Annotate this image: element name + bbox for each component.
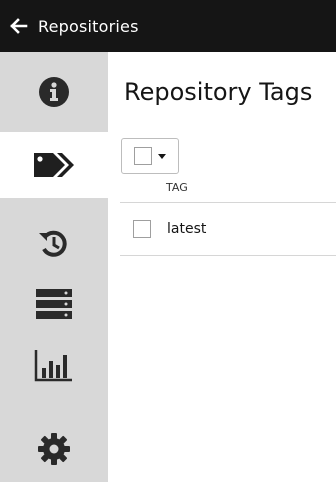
sidebar-item-history[interactable] (0, 222, 108, 266)
history-icon (39, 230, 67, 257)
builds-icon (36, 289, 72, 319)
usage-logs-icon (34, 350, 72, 382)
main-content: Repository Tags TAG latest (108, 52, 336, 482)
sidebar-item-tags[interactable] (0, 132, 108, 198)
row-divider (120, 255, 336, 256)
sidebar-item-info[interactable] (0, 52, 108, 132)
repository-sidebar (0, 52, 108, 482)
row-checkbox[interactable] (133, 220, 151, 238)
caret-down-icon[interactable] (158, 153, 166, 159)
sidebar-item-builds[interactable] (0, 282, 108, 326)
tag-name[interactable]: latest (167, 221, 206, 237)
info-icon (39, 77, 69, 107)
page-title: Repository Tags (124, 78, 313, 106)
column-header-tag[interactable]: TAG (166, 181, 188, 194)
sidebar-item-settings[interactable] (0, 424, 108, 474)
top-nav-bar: Repositories (0, 0, 336, 52)
tags-icon (34, 153, 74, 177)
back-arrow-icon[interactable] (6, 13, 32, 39)
sidebar-item-usage-logs[interactable] (0, 340, 108, 390)
back-to-repositories-link[interactable]: Repositories (38, 17, 139, 36)
settings-icon (38, 433, 70, 465)
table-row: latest (120, 203, 336, 255)
select-all-dropdown[interactable] (121, 138, 179, 174)
select-all-checkbox[interactable] (134, 147, 152, 165)
